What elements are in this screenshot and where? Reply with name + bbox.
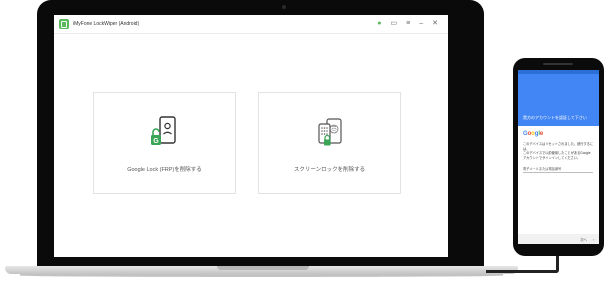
phone-unlock-icon: G — [148, 115, 182, 160]
chevron-right-icon: › — [592, 238, 594, 242]
close-icon[interactable]: ✕ — [432, 19, 438, 29]
menu-icon[interactable]: ≡ — [406, 19, 410, 29]
app-logo-icon — [59, 19, 69, 29]
frp-badge-letter: G — [153, 138, 159, 145]
webcam — [282, 5, 286, 9]
google-logo: Google — [523, 131, 544, 137]
verify-account-header: 貴方のアカウントを認証して下さい — [518, 74, 599, 126]
frp-message-line: アカウントでサインインしてください。 — [523, 155, 581, 160]
phone-screen: 貴方のアカウントを認証して下さい Google このデバイスはリセットされました… — [518, 70, 599, 244]
phone-lock-types-icon — [313, 115, 347, 160]
phone-bottom-bar: 次へ › — [518, 234, 599, 244]
app-window: iMyFone LockWiper (Android) ● ▭ ≡ – ✕ G … — [54, 15, 448, 257]
usb-cable — [486, 255, 559, 273]
phone-speaker — [543, 63, 573, 65]
feedback-icon[interactable]: ▭ — [391, 19, 398, 29]
user-icon[interactable]: ● — [377, 19, 381, 29]
remove-frp-card[interactable]: G Google Lock (FRP)を削除する — [93, 92, 236, 194]
remove-screen-lock-label: スクリーンロックを削除する — [293, 167, 366, 173]
email-or-phone-field[interactable]: 電子メールまたは電話番号 — [523, 166, 593, 173]
remove-frp-label: Google Lock (FRP)を削除する — [127, 167, 202, 173]
verify-account-title: 貴方のアカウントを認証して下さい — [523, 115, 587, 120]
minimize-icon[interactable]: – — [419, 19, 423, 29]
android-phone: 貴方のアカウントを認証して下さい Google このデバイスはリセットされました… — [513, 58, 604, 256]
frp-message-line: このデバイスはリセットされました。続行するには、 — [523, 142, 594, 151]
frp-message: このデバイスはリセットされました。続行するには、 このデバイスで以前使用したこと… — [523, 142, 595, 160]
laptop-base — [5, 266, 518, 274]
laptop-shadow — [20, 274, 503, 277]
remove-screen-lock-card[interactable]: スクリーンロックを削除する — [258, 92, 401, 194]
app-title: iMyFone LockWiper (Android) — [73, 21, 140, 27]
next-button[interactable]: 次へ — [580, 237, 587, 242]
laptop-notch — [217, 266, 309, 270]
titlebar: iMyFone LockWiper (Android) ● ▭ ≡ – ✕ — [54, 15, 448, 34]
